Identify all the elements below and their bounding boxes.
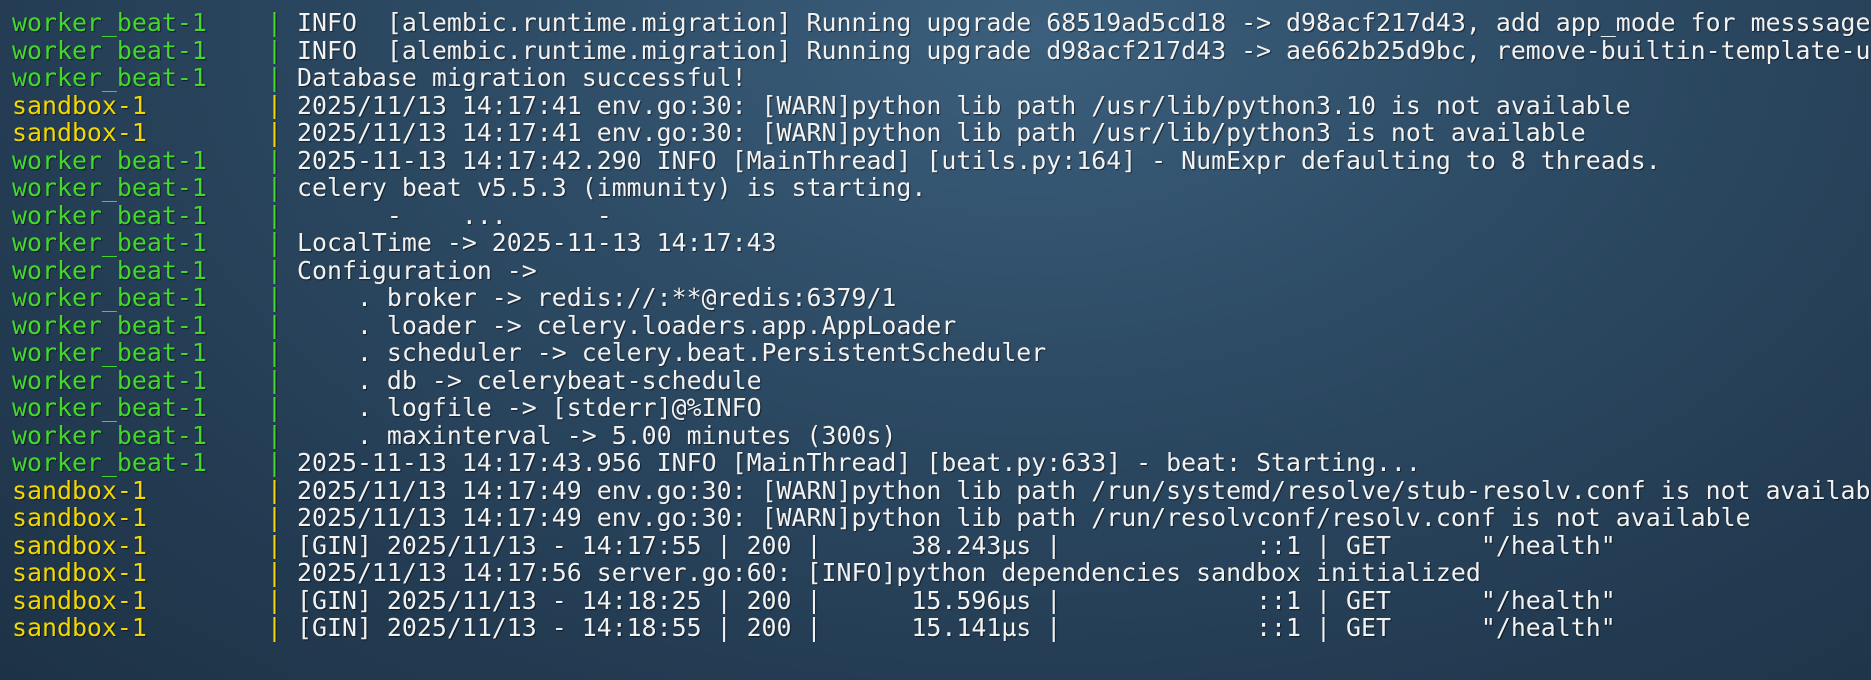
service-name: worker_beat-1 [12, 421, 207, 449]
log-line: worker_beat-1 | INFO [alembic.runtime.migr… [12, 9, 1871, 37]
log-message: 2025/11/13 14:17:49 env.go:30: [WARN]pyt… [297, 504, 1751, 532]
log-line: worker_beat-1 | __ - ... __ - _ [12, 202, 1871, 230]
separator: | [267, 366, 282, 394]
separator: | [267, 36, 282, 64]
log-line: worker_beat-1 | Database migration success… [12, 64, 1871, 92]
service-name: sandbox-1 [12, 614, 147, 642]
service-name: worker_beat-1 [12, 284, 207, 312]
separator: | [267, 229, 282, 257]
service-name: sandbox-1 [12, 476, 147, 504]
log-message: . maxinterval -> 5.00 minutes (300s) [297, 421, 897, 449]
log-line: worker_beat-1 | . db -> celerybeat-schedu… [12, 367, 1871, 395]
service-name: worker_beat-1 [12, 256, 207, 284]
log-message: [GIN] 2025/11/13 - 14:18:55 | 200 | 15.1… [297, 614, 1616, 642]
service-name: worker_beat-1 [12, 201, 207, 229]
separator: | [267, 614, 282, 642]
log-line: sandbox-1 | 2025/11/13 14:17:41 env.go:30:… [12, 92, 1871, 120]
service-name: worker_beat-1 [12, 9, 207, 37]
log-line: sandbox-1 | 2025/11/13 14:17:56 server.go:… [12, 559, 1871, 587]
separator: | [267, 256, 282, 284]
log-message: . logfile -> [stderr]@%INFO [297, 394, 762, 422]
log-message: . broker -> redis://:**@redis:6379/1 [297, 284, 897, 312]
log-line: worker_beat-1 | . scheduler -> celery.bea… [12, 339, 1871, 367]
separator: | [267, 201, 282, 229]
service-name: worker_beat-1 [12, 64, 207, 92]
service-name: sandbox-1 [12, 119, 147, 147]
separator: | [267, 64, 282, 92]
log-line: sandbox-1 | [GIN] 2025/11/13 - 14:18:25 | … [12, 587, 1871, 615]
log-lines: worker_beat-1 | INFO [alembic.runtime.migr… [12, 9, 1871, 642]
separator: | [267, 531, 282, 559]
log-message: . loader -> celery.loaders.app.AppLoader [297, 311, 957, 339]
log-message: 2025/11/13 14:17:49 env.go:30: [WARN]pyt… [297, 476, 1871, 504]
log-line: worker_beat-1 | . maxinterval -> 5.00 min… [12, 422, 1871, 450]
prompt-row [12, 642, 1871, 670]
separator: | [267, 146, 282, 174]
terminal-output[interactable]: worker_beat-1 | INFO [alembic.runtime.migr… [12, 9, 1871, 669]
separator: | [267, 174, 282, 202]
log-line: worker_beat-1 | 2025-11-13 14:17:42.290 IN… [12, 147, 1871, 175]
log-line: sandbox-1 | 2025/11/13 14:17:49 env.go:30:… [12, 477, 1871, 505]
separator: | [267, 91, 282, 119]
service-name: worker_beat-1 [12, 36, 207, 64]
service-name: worker_beat-1 [12, 339, 207, 367]
log-line: worker_beat-1 | Configuration -> [12, 257, 1871, 285]
service-name: sandbox-1 [12, 91, 147, 119]
log-line: sandbox-1 | 2025/11/13 14:17:41 env.go:30:… [12, 119, 1871, 147]
service-name: sandbox-1 [12, 504, 147, 532]
log-message: . scheduler -> celery.beat.PersistentSch… [297, 339, 1047, 367]
log-line: worker_beat-1 | 2025-11-13 14:17:43.956 IN… [12, 449, 1871, 477]
separator: | [267, 586, 282, 614]
log-line: worker_beat-1 | LocalTime -> 2025-11-13 14… [12, 229, 1871, 257]
separator: | [267, 394, 282, 422]
log-message: Configuration -> [297, 256, 537, 284]
separator: | [267, 449, 282, 477]
log-message: [GIN] 2025/11/13 - 14:18:25 | 200 | 15.5… [297, 586, 1616, 614]
log-message: INFO [alembic.runtime.migration] Running… [297, 9, 1871, 37]
log-message: INFO [alembic.runtime.migration] Running… [297, 36, 1871, 64]
log-line: worker_beat-1 | . broker -> redis://:**@r… [12, 284, 1871, 312]
log-message: 2025-11-13 14:17:42.290 INFO [MainThread… [297, 146, 1661, 174]
log-message: 2025/11/13 14:17:56 server.go:60: [INFO]… [297, 559, 1481, 587]
log-line: worker_beat-1 | celery beat v5.5.3 (immuni… [12, 174, 1871, 202]
log-message: Database migration successful! [297, 64, 747, 92]
service-name: worker_beat-1 [12, 229, 207, 257]
log-line: worker_beat-1 | . loader -> celery.loader… [12, 312, 1871, 340]
log-line: worker_beat-1 | INFO [alembic.runtime.migr… [12, 37, 1871, 65]
service-name: worker_beat-1 [12, 146, 207, 174]
separator: | [267, 311, 282, 339]
log-message: 2025/11/13 14:17:41 env.go:30: [WARN]pyt… [297, 119, 1586, 147]
service-name: sandbox-1 [12, 531, 147, 559]
log-message: LocalTime -> 2025-11-13 14:17:43 [297, 229, 777, 257]
separator: | [267, 421, 282, 449]
separator: | [267, 284, 282, 312]
log-message: 2025/11/13 14:17:41 env.go:30: [WARN]pyt… [297, 91, 1631, 119]
service-name: worker_beat-1 [12, 394, 207, 422]
log-line: worker_beat-1 | . logfile -> [stderr]@%IN… [12, 394, 1871, 422]
separator: | [267, 504, 282, 532]
log-line: sandbox-1 | [GIN] 2025/11/13 - 14:17:55 | … [12, 532, 1871, 560]
separator: | [267, 119, 282, 147]
service-name: sandbox-1 [12, 559, 147, 587]
service-name: worker_beat-1 [12, 311, 207, 339]
log-line: sandbox-1 | [GIN] 2025/11/13 - 14:18:55 | … [12, 614, 1871, 642]
separator: | [267, 9, 282, 37]
log-message: 2025-11-13 14:17:43.956 INFO [MainThread… [297, 449, 1421, 477]
separator: | [267, 339, 282, 367]
service-name: worker_beat-1 [12, 449, 207, 477]
log-message: . db -> celerybeat-schedule [297, 366, 762, 394]
separator: | [267, 476, 282, 504]
log-line: sandbox-1 | 2025/11/13 14:17:49 env.go:30:… [12, 504, 1871, 532]
service-name: sandbox-1 [12, 586, 147, 614]
service-name: worker_beat-1 [12, 174, 207, 202]
log-message: [GIN] 2025/11/13 - 14:17:55 | 200 | 38.2… [297, 531, 1616, 559]
separator: | [267, 559, 282, 587]
log-message: celery beat v5.5.3 (immunity) is startin… [297, 174, 927, 202]
service-name: worker_beat-1 [12, 366, 207, 394]
log-message: __ - ... __ - _ [297, 201, 747, 229]
